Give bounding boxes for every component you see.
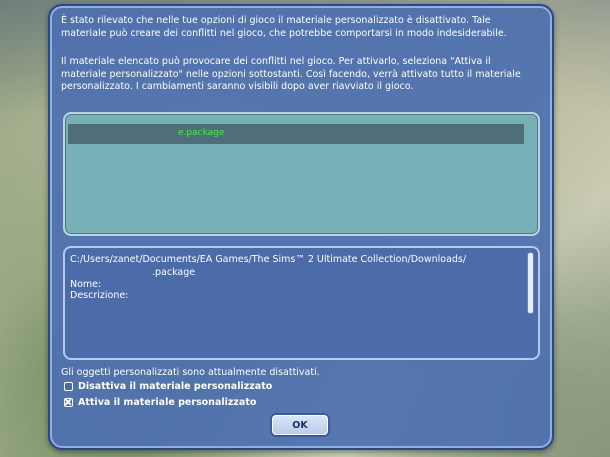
package-filename: .package — [152, 267, 196, 278]
warning-message: È stato rilevato che nelle tue opzioni d… — [61, 15, 507, 39]
status-text: Gli oggetti personalizzati sono attualme… — [61, 367, 320, 378]
package-name: e.package — [178, 128, 225, 138]
details-scrollbar[interactable] — [527, 252, 534, 314]
enable-custom-content-option[interactable]: Attiva il materiale personalizzato — [64, 397, 256, 408]
package-list-item[interactable]: e.package — [68, 124, 524, 144]
enable-option-label: Attiva il materiale personalizzato — [78, 397, 257, 408]
disable-option-label: Disattiva il materiale personalizzato — [78, 381, 273, 392]
disable-checkbox[interactable] — [64, 382, 73, 391]
ok-button[interactable]: OK — [270, 413, 330, 437]
package-path: C:/Users/zanet/Documents/EA Games/The Si… — [70, 254, 467, 265]
instruction-message: Il materiale elencato può provocare dei … — [61, 56, 521, 92]
description-label: Descrizione: — [70, 290, 129, 301]
custom-content-dialog: È stato rilevato che nelle tue opzioni d… — [48, 4, 554, 450]
enable-checkbox[interactable] — [64, 398, 73, 407]
disable-custom-content-option[interactable]: Disattiva il materiale personalizzato — [64, 381, 272, 392]
name-label: Nome: — [70, 279, 102, 290]
package-list[interactable]: e.package — [63, 112, 540, 236]
package-details-panel: C:/Users/zanet/Documents/EA Games/The Si… — [63, 246, 540, 360]
